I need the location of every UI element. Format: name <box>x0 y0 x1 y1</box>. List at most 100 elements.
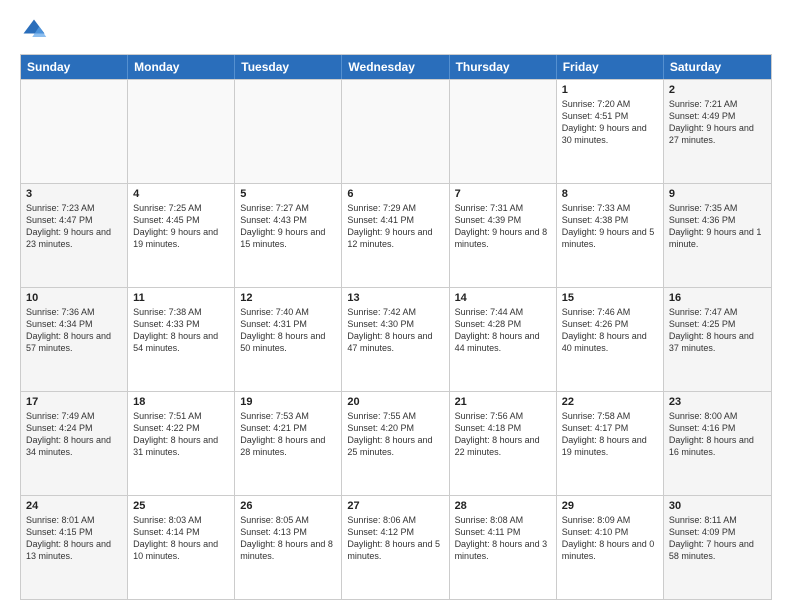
day-cell-23: 23 Sunrise: 8:00 AM Sunset: 4:16 PM Dayli… <box>664 392 771 495</box>
day-cell-5: 5 Sunrise: 7:27 AM Sunset: 4:43 PM Daylig… <box>235 184 342 287</box>
day-cell-10: 10 Sunrise: 7:36 AM Sunset: 4:34 PM Dayli… <box>21 288 128 391</box>
day-number: 4 <box>133 188 229 200</box>
calendar-week-4: 17 Sunrise: 7:49 AM Sunset: 4:24 PM Dayli… <box>21 391 771 495</box>
day-info: Sunrise: 8:01 AM Sunset: 4:15 PM Dayligh… <box>26 514 122 563</box>
day-info: Sunrise: 7:44 AM Sunset: 4:28 PM Dayligh… <box>455 306 551 355</box>
day-number: 6 <box>347 188 443 200</box>
day-number: 18 <box>133 396 229 408</box>
day-cell-29: 29 Sunrise: 8:09 AM Sunset: 4:10 PM Dayli… <box>557 496 664 599</box>
day-cell-17: 17 Sunrise: 7:49 AM Sunset: 4:24 PM Dayli… <box>21 392 128 495</box>
day-cell-9: 9 Sunrise: 7:35 AM Sunset: 4:36 PM Daylig… <box>664 184 771 287</box>
day-info: Sunrise: 7:35 AM Sunset: 4:36 PM Dayligh… <box>669 202 766 251</box>
day-info: Sunrise: 7:55 AM Sunset: 4:20 PM Dayligh… <box>347 410 443 459</box>
day-number: 17 <box>26 396 122 408</box>
day-info: Sunrise: 7:46 AM Sunset: 4:26 PM Dayligh… <box>562 306 658 355</box>
day-number: 9 <box>669 188 766 200</box>
day-number: 27 <box>347 500 443 512</box>
day-number: 1 <box>562 84 658 96</box>
day-number: 24 <box>26 500 122 512</box>
calendar-body: 1 Sunrise: 7:20 AM Sunset: 4:51 PM Daylig… <box>21 79 771 599</box>
day-info: Sunrise: 7:31 AM Sunset: 4:39 PM Dayligh… <box>455 202 551 251</box>
page-header <box>20 16 772 44</box>
day-info: Sunrise: 7:40 AM Sunset: 4:31 PM Dayligh… <box>240 306 336 355</box>
day-info: Sunrise: 7:56 AM Sunset: 4:18 PM Dayligh… <box>455 410 551 459</box>
header-day-wednesday: Wednesday <box>342 55 449 79</box>
day-cell-15: 15 Sunrise: 7:46 AM Sunset: 4:26 PM Dayli… <box>557 288 664 391</box>
day-cell-7: 7Sunrise: 7:31 AM Sunset: 4:39 PM Daylig… <box>450 184 557 287</box>
day-info: Sunrise: 7:58 AM Sunset: 4:17 PM Dayligh… <box>562 410 658 459</box>
day-info: Sunrise: 7:53 AM Sunset: 4:21 PM Dayligh… <box>240 410 336 459</box>
day-number: 22 <box>562 396 658 408</box>
day-cell-3: 3 Sunrise: 7:23 AM Sunset: 4:47 PM Daylig… <box>21 184 128 287</box>
day-info: Sunrise: 8:00 AM Sunset: 4:16 PM Dayligh… <box>669 410 766 459</box>
day-cell-20: 20 Sunrise: 7:55 AM Sunset: 4:20 PM Dayli… <box>342 392 449 495</box>
day-info: Sunrise: 7:20 AM Sunset: 4:51 PM Dayligh… <box>562 98 658 147</box>
day-number: 15 <box>562 292 658 304</box>
day-info: Sunrise: 7:42 AM Sunset: 4:30 PM Dayligh… <box>347 306 443 355</box>
day-info: Sunrise: 8:11 AM Sunset: 4:09 PM Dayligh… <box>669 514 766 563</box>
logo-icon <box>20 16 48 44</box>
day-number: 29 <box>562 500 658 512</box>
logo <box>20 16 52 44</box>
header-day-friday: Friday <box>557 55 664 79</box>
day-cell-6: 6 Sunrise: 7:29 AM Sunset: 4:41 PM Daylig… <box>342 184 449 287</box>
day-cell-27: 27 Sunrise: 8:06 AM Sunset: 4:12 PM Dayli… <box>342 496 449 599</box>
day-number: 13 <box>347 292 443 304</box>
day-cell-28: 28Sunrise: 8:08 AM Sunset: 4:11 PM Dayli… <box>450 496 557 599</box>
day-cell-26: 26 Sunrise: 8:05 AM Sunset: 4:13 PM Dayli… <box>235 496 342 599</box>
empty-cell <box>21 80 128 183</box>
header-day-tuesday: Tuesday <box>235 55 342 79</box>
day-cell-21: 21 Sunrise: 7:56 AM Sunset: 4:18 PM Dayli… <box>450 392 557 495</box>
day-number: 19 <box>240 396 336 408</box>
day-cell-16: 16 Sunrise: 7:47 AM Sunset: 4:25 PM Dayli… <box>664 288 771 391</box>
day-cell-24: 24 Sunrise: 8:01 AM Sunset: 4:15 PM Dayli… <box>21 496 128 599</box>
day-info: Sunrise: 7:29 AM Sunset: 4:41 PM Dayligh… <box>347 202 443 251</box>
day-info: Sunrise: 7:47 AM Sunset: 4:25 PM Dayligh… <box>669 306 766 355</box>
day-info: Sunrise: 7:36 AM Sunset: 4:34 PM Dayligh… <box>26 306 122 355</box>
day-info: Sunrise: 7:49 AM Sunset: 4:24 PM Dayligh… <box>26 410 122 459</box>
day-info: Sunrise: 7:21 AM Sunset: 4:49 PM Dayligh… <box>669 98 766 147</box>
day-info: Sunrise: 7:27 AM Sunset: 4:43 PM Dayligh… <box>240 202 336 251</box>
day-info: Sunrise: 7:25 AM Sunset: 4:45 PM Dayligh… <box>133 202 229 251</box>
calendar-header: SundayMondayTuesdayWednesdayThursdayFrid… <box>21 55 771 79</box>
day-cell-22: 22 Sunrise: 7:58 AM Sunset: 4:17 PM Dayli… <box>557 392 664 495</box>
empty-cell <box>450 80 557 183</box>
day-number: 25 <box>133 500 229 512</box>
empty-cell <box>235 80 342 183</box>
calendar-week-2: 3 Sunrise: 7:23 AM Sunset: 4:47 PM Daylig… <box>21 183 771 287</box>
day-cell-30: 30 Sunrise: 8:11 AM Sunset: 4:09 PM Dayli… <box>664 496 771 599</box>
day-cell-8: 8Sunrise: 7:33 AM Sunset: 4:38 PM Daylig… <box>557 184 664 287</box>
day-cell-2: 2 Sunrise: 7:21 AM Sunset: 4:49 PM Daylig… <box>664 80 771 183</box>
day-number: 30 <box>669 500 766 512</box>
day-number: 16 <box>669 292 766 304</box>
day-info: Sunrise: 8:06 AM Sunset: 4:12 PM Dayligh… <box>347 514 443 563</box>
day-info: Sunrise: 8:03 AM Sunset: 4:14 PM Dayligh… <box>133 514 229 563</box>
day-number: 3 <box>26 188 122 200</box>
header-day-sunday: Sunday <box>21 55 128 79</box>
day-info: Sunrise: 7:23 AM Sunset: 4:47 PM Dayligh… <box>26 202 122 251</box>
header-day-saturday: Saturday <box>664 55 771 79</box>
day-info: Sunrise: 8:08 AM Sunset: 4:11 PM Dayligh… <box>455 514 551 563</box>
calendar-week-5: 24 Sunrise: 8:01 AM Sunset: 4:15 PM Dayli… <box>21 495 771 599</box>
day-number: 12 <box>240 292 336 304</box>
header-day-monday: Monday <box>128 55 235 79</box>
day-number: 2 <box>669 84 766 96</box>
day-number: 8 <box>562 188 658 200</box>
day-number: 14 <box>455 292 551 304</box>
empty-cell <box>342 80 449 183</box>
calendar-week-1: 1 Sunrise: 7:20 AM Sunset: 4:51 PM Daylig… <box>21 79 771 183</box>
day-cell-25: 25 Sunrise: 8:03 AM Sunset: 4:14 PM Dayli… <box>128 496 235 599</box>
day-cell-11: 11Sunrise: 7:38 AM Sunset: 4:33 PM Dayli… <box>128 288 235 391</box>
day-number: 21 <box>455 396 551 408</box>
calendar-week-3: 10 Sunrise: 7:36 AM Sunset: 4:34 PM Dayli… <box>21 287 771 391</box>
day-info: Sunrise: 8:09 AM Sunset: 4:10 PM Dayligh… <box>562 514 658 563</box>
day-info: Sunrise: 7:38 AM Sunset: 4:33 PM Dayligh… <box>133 306 229 355</box>
day-number: 5 <box>240 188 336 200</box>
day-number: 23 <box>669 396 766 408</box>
header-day-thursday: Thursday <box>450 55 557 79</box>
calendar: SundayMondayTuesdayWednesdayThursdayFrid… <box>20 54 772 600</box>
day-number: 10 <box>26 292 122 304</box>
day-number: 26 <box>240 500 336 512</box>
day-number: 20 <box>347 396 443 408</box>
day-info: Sunrise: 8:05 AM Sunset: 4:13 PM Dayligh… <box>240 514 336 563</box>
